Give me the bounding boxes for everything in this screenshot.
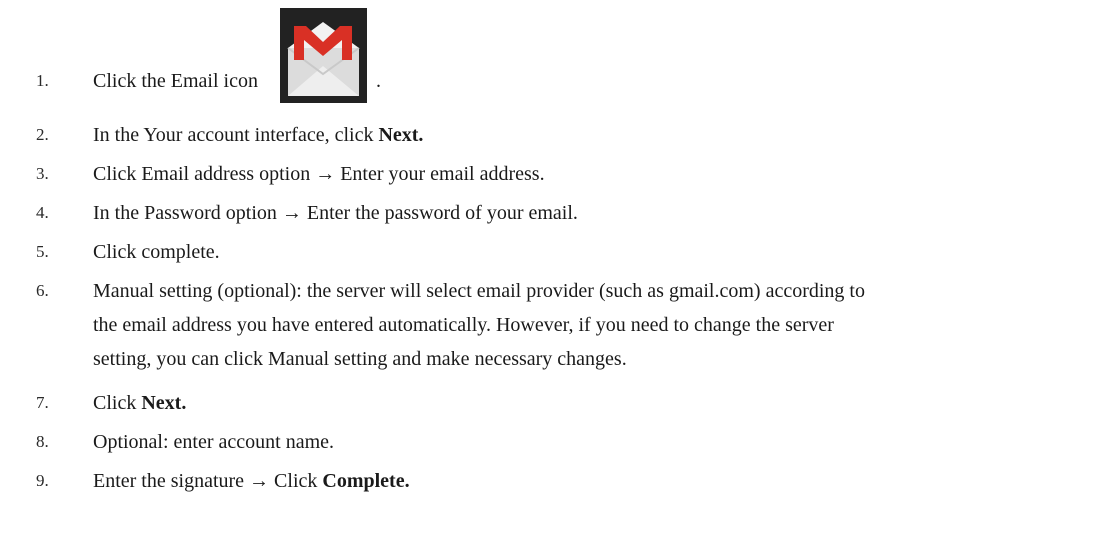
step-text: Manual setting (optional): the server wi… — [93, 274, 1073, 376]
step-text: In the Your account interface, click Nex… — [93, 118, 1073, 152]
step-number: 3. — [36, 164, 49, 183]
step-5-text: Click complete. — [93, 241, 220, 263]
instruction-document: 1. Click the Email icon . 2. In the Your… — [0, 0, 1101, 536]
step-number: 1. — [36, 71, 49, 90]
step-7-bold: Next. — [141, 392, 187, 414]
step-number: 2. — [36, 125, 49, 144]
step-number: 8. — [36, 432, 49, 451]
step-number: 5. — [36, 242, 49, 261]
step-2-text: In the Your account interface, click — [93, 124, 379, 146]
step-9-bold: Complete. — [322, 470, 410, 492]
step-number: 9. — [36, 471, 49, 490]
step-4-text: In the Password option → Enter the passw… — [93, 202, 578, 224]
step-number: 7. — [36, 393, 49, 412]
step-2-bold: Next. — [378, 124, 424, 146]
step-6-line-3: setting, you can click Manual setting an… — [93, 348, 627, 370]
step-6-line-2: the email address you have entered autom… — [93, 314, 834, 336]
step-number: 4. — [36, 203, 49, 222]
step-text: Click Next. — [93, 386, 1073, 420]
step-7-text: Click — [93, 392, 142, 414]
gmail-envelope-icon — [280, 8, 367, 103]
step-text: Enter the signature → Click Complete. — [93, 464, 1073, 498]
step-6-line-1: Manual setting (optional): the server wi… — [93, 280, 865, 302]
step-8-text: Optional: enter account name. — [93, 431, 335, 453]
step-3-text: Click Email address option → Enter your … — [93, 163, 545, 185]
step-text: Click the Email icon — [93, 64, 1073, 98]
step-1-text: Click the Email icon — [93, 70, 258, 92]
step-number: 6. — [36, 281, 49, 300]
step-1-period: . — [376, 70, 381, 92]
step-9-text: Enter the signature → Click — [93, 470, 323, 492]
